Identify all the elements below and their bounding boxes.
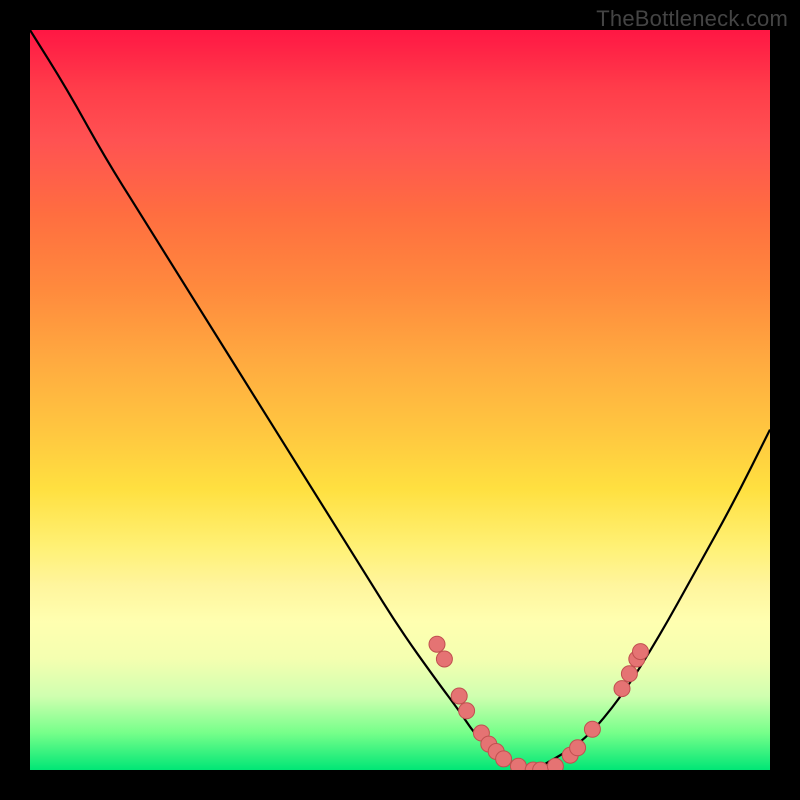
data-marker	[451, 688, 467, 704]
data-marker	[570, 740, 586, 756]
data-marker	[459, 703, 475, 719]
data-marker	[436, 651, 452, 667]
chart-svg	[30, 30, 770, 770]
data-marker	[614, 681, 630, 697]
bottleneck-curve	[30, 30, 770, 768]
data-marker	[633, 644, 649, 660]
data-marker	[510, 758, 526, 770]
plot-area	[30, 30, 770, 770]
data-marker	[496, 751, 512, 767]
data-marker	[621, 666, 637, 682]
data-marker	[429, 636, 445, 652]
data-marker	[584, 721, 600, 737]
chart-container: TheBottleneck.com	[0, 0, 800, 800]
data-marker	[547, 758, 563, 770]
watermark-text: TheBottleneck.com	[596, 6, 788, 32]
